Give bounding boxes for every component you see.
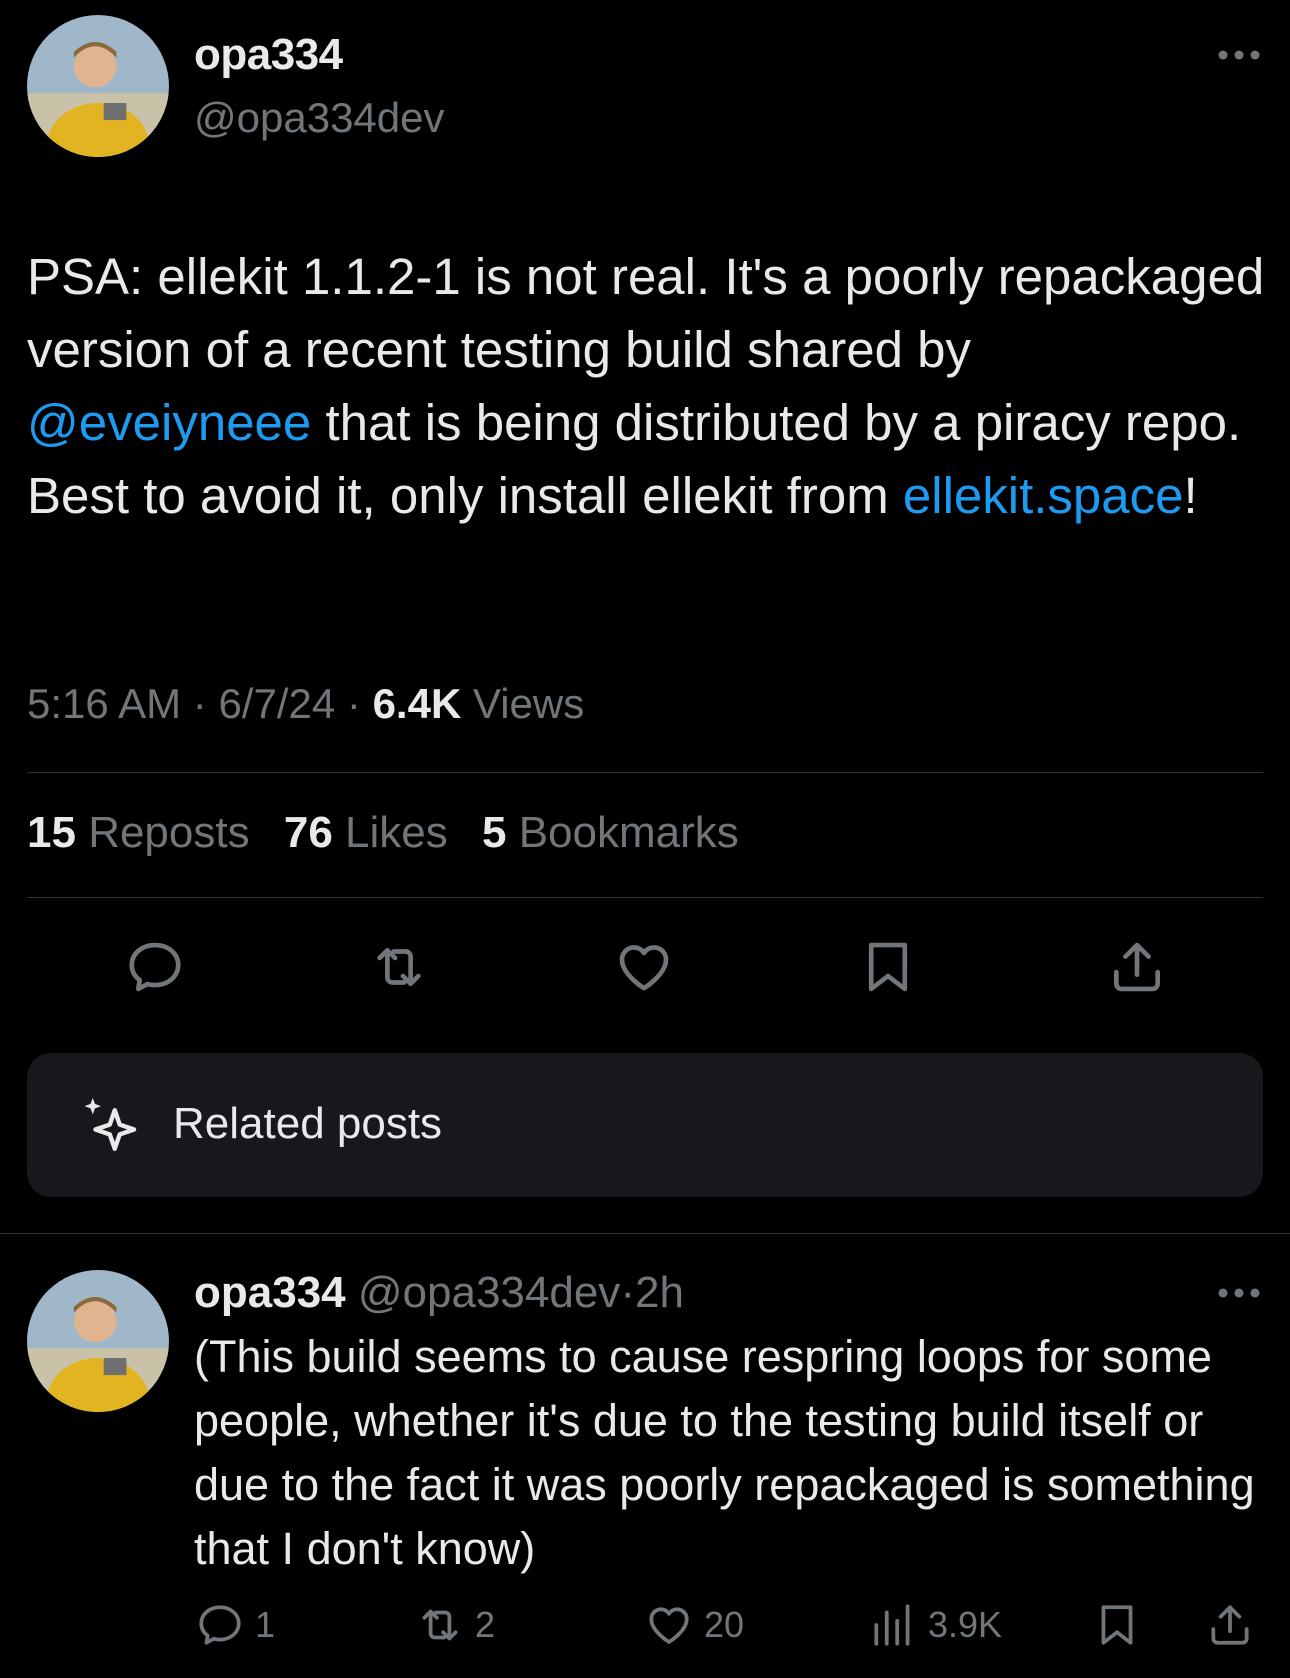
reply-icon [199, 1605, 241, 1645]
url-link[interactable]: ellekit.space [903, 467, 1184, 524]
tweet-date[interactable]: 6/7/24 [218, 680, 335, 727]
engagement-stats: 15 Reposts 76 Likes 5 Bookmarks [27, 808, 739, 858]
bookmark-button[interactable] [853, 932, 923, 1002]
reply-display-name[interactable]: opa334 [194, 1268, 346, 1317]
meta-separator: · [346, 680, 361, 727]
views-count: 6.4K [372, 680, 462, 727]
likes-stat[interactable]: 76 Likes [284, 808, 448, 857]
bookmarks-stat[interactable]: 5 Bookmarks [482, 808, 739, 857]
like-button[interactable] [609, 932, 679, 1002]
views-count: 3.9K [928, 1604, 1003, 1645]
tweet-text-part: ! [1183, 467, 1198, 524]
likes-count: 76 [283, 808, 333, 857]
author-display-name[interactable]: opa334 [194, 30, 343, 80]
reply-header: opa334 @opa334dev·2h [194, 1268, 684, 1318]
repost-icon [377, 947, 421, 987]
heart-icon [649, 1607, 689, 1644]
sparkle-icon [84, 1097, 137, 1151]
divider [0, 1233, 1290, 1234]
reply-bookmark-button[interactable] [1092, 1598, 1152, 1652]
repost-count: 2 [475, 1604, 496, 1645]
more-options-icon[interactable] [1214, 1276, 1264, 1310]
reposts-label: Reposts [88, 808, 250, 857]
author-handle[interactable]: @opa334dev [194, 94, 445, 142]
reply-count: 1 [255, 1604, 276, 1645]
avatar-image [27, 1270, 169, 1412]
tweet-text-part: PSA: ellekit 1.1.2-1 is not real. It's a… [27, 248, 1265, 378]
reply-age[interactable]: 2h [635, 1268, 684, 1317]
share-button[interactable] [1102, 932, 1172, 1002]
avatar-image [27, 15, 169, 157]
divider [27, 897, 1263, 898]
like-count: 20 [704, 1604, 745, 1645]
reply-button[interactable] [120, 932, 190, 1002]
views-label: Views [472, 680, 585, 727]
reply-author-avatar[interactable] [27, 1270, 169, 1412]
reply-views-button[interactable]: 3.9K [868, 1598, 1002, 1652]
meta-separator: · [192, 680, 207, 727]
reply-reply-button[interactable]: 1 [195, 1598, 275, 1652]
reply-share-button[interactable] [1205, 1598, 1265, 1652]
reposts-stat[interactable]: 15 Reposts [27, 808, 250, 857]
reply-text: (This build seems to cause respring loop… [194, 1331, 1255, 1574]
tweet-text: PSA: ellekit 1.1.2-1 is not real. It's a… [27, 240, 1267, 532]
reply-separator: · [620, 1268, 635, 1317]
mention-link[interactable]: @eveiyneee [27, 394, 311, 451]
related-posts-label: Related posts [173, 1099, 443, 1148]
repost-button[interactable] [364, 932, 434, 1002]
share-icon [1211, 1605, 1249, 1645]
tweet-time[interactable]: 5:16 AM [27, 680, 181, 727]
more-options-icon[interactable] [1214, 38, 1264, 72]
share-icon [1114, 942, 1160, 992]
likes-label: Likes [345, 808, 448, 857]
reply-repost-button[interactable]: 2 [415, 1598, 495, 1652]
bookmark-icon [1101, 1605, 1133, 1645]
reply-handle[interactable]: @opa334dev [358, 1268, 620, 1317]
bookmarks-count: 5 [481, 808, 507, 857]
reply-icon [129, 942, 181, 992]
tweet-meta: 5:16 AM · 6/7/24 · 6.4K Views [27, 680, 584, 728]
heart-icon [619, 945, 669, 991]
bookmark-icon [868, 942, 908, 992]
repost-icon [422, 1609, 458, 1641]
reposts-count: 15 [27, 808, 76, 857]
divider [27, 772, 1263, 773]
bookmarks-label: Bookmarks [518, 808, 739, 857]
reply-like-button[interactable]: 20 [644, 1598, 744, 1652]
views-chart-icon [874, 1604, 910, 1646]
related-posts-card[interactable]: Related posts [27, 1053, 1263, 1197]
author-avatar[interactable] [27, 15, 169, 157]
